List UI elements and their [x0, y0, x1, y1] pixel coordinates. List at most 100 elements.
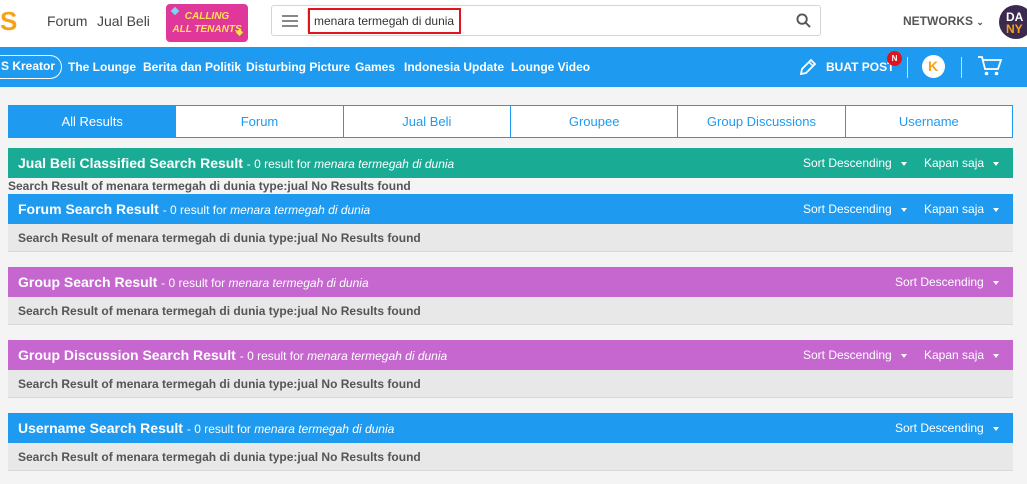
result-count: - 0 result for menara termegah di dunia — [187, 422, 394, 436]
nav-jualbeli-link[interactable]: Jual Beli — [97, 13, 150, 29]
jualbeli-result-header: Jual Beli Classified Search Result - 0 r… — [8, 148, 1013, 178]
time-filter-dropdown[interactable]: Kapan saja — [924, 156, 1000, 170]
result-count-text: - 0 result for — [162, 203, 227, 217]
forum-result-body: Search Result of menara termegah di duni… — [8, 224, 1013, 252]
caret-down-icon — [992, 280, 999, 285]
kreator-button[interactable]: S Kreator — [0, 55, 62, 79]
result-count-text: - 0 result for — [239, 349, 304, 363]
caret-down-icon — [993, 353, 1000, 358]
nav-link-disturbing-picture[interactable]: Disturbing Picture — [246, 60, 350, 74]
forum-result-header: Forum Search Result - 0 result for menar… — [8, 194, 1013, 224]
caret-down-icon — [900, 207, 907, 212]
networks-dropdown[interactable]: NETWORKS ⌄ — [903, 14, 984, 28]
time-filter-label: Kapan saja — [924, 202, 985, 216]
username-result-body: Search Result of menara termegah di duni… — [8, 443, 1013, 471]
nav-link-berita-dan-politik[interactable]: Berita dan Politik — [143, 60, 241, 74]
nav-divider — [907, 57, 908, 78]
result-count: - 0 result for menara termegah di dunia — [163, 203, 370, 217]
result-count: - 0 result for menara termegah di dunia — [161, 276, 368, 290]
time-filter-dropdown[interactable]: Kapan saja — [924, 348, 1000, 362]
search-bar — [271, 5, 821, 36]
nav-link-the-lounge[interactable]: The Lounge — [68, 60, 136, 74]
time-filter-label: Kapan saja — [924, 348, 985, 362]
caret-down-icon — [900, 353, 907, 358]
sort-label: Sort Descending — [803, 156, 892, 170]
k-letter: K — [928, 58, 939, 74]
pencil-icon — [799, 58, 817, 76]
caret-down-icon — [992, 426, 999, 431]
tab-groupee[interactable]: Groupee — [511, 106, 679, 137]
nav-divider — [961, 57, 962, 78]
no-results-message: Search Result of menara termegah di duni… — [18, 231, 421, 245]
section-title: Group Search Result - 0 result for menar… — [18, 274, 369, 290]
groupdiscussion-result-header: Group Discussion Search Result - 0 resul… — [8, 340, 1013, 370]
buat-post-label: BUAT POST — [826, 60, 895, 74]
section-title-text: Jual Beli Classified Search Result — [18, 155, 243, 171]
group-result-header: Group Search Result - 0 result for menar… — [8, 267, 1013, 297]
sort-dropdown[interactable]: Sort Descending — [803, 156, 907, 170]
cart-icon[interactable] — [977, 55, 1003, 77]
group-result-body: Search Result of menara termegah di duni… — [8, 297, 1013, 325]
top-header: S Forum Jual Beli CALLING ALL TENANTS NE… — [0, 0, 1027, 47]
section-title-text: Username Search Result — [18, 420, 183, 436]
nav-link-games[interactable]: Games — [355, 60, 395, 74]
search-query-text: menara termegah di dunia — [228, 276, 369, 290]
section-title-text: Forum Search Result — [18, 201, 159, 217]
promo-banner[interactable]: CALLING ALL TENANTS — [166, 4, 248, 42]
jualbeli-no-results-message: Search Result of menara termegah di duni… — [8, 179, 411, 193]
category-nav: S Kreator The Lounge Berita dan Politik … — [0, 47, 1027, 87]
search-query-text: menara termegah di dunia — [314, 157, 455, 171]
site-logo[interactable]: S — [0, 8, 17, 34]
chevron-down-icon: ⌄ — [976, 17, 984, 27]
search-input[interactable] — [308, 8, 461, 34]
result-tabs: All Results Forum Jual Beli Groupee Grou… — [8, 105, 1013, 138]
sort-dropdown[interactable]: Sort Descending — [803, 348, 907, 362]
networks-label: NETWORKS — [903, 14, 973, 28]
promo-line-2: ALL TENANTS — [172, 24, 242, 35]
search-icon[interactable] — [796, 13, 811, 28]
tab-jual-beli[interactable]: Jual Beli — [344, 106, 511, 137]
notification-badge[interactable]: N — [887, 51, 902, 66]
result-count-text: - 0 result for — [186, 422, 251, 436]
result-count: - 0 result for menara termegah di dunia — [247, 157, 454, 171]
sort-label: Sort Descending — [895, 421, 984, 435]
nav-link-lounge-video[interactable]: Lounge Video — [511, 60, 590, 74]
tab-username[interactable]: Username — [846, 106, 1012, 137]
no-results-message: Search Result of menara termegah di duni… — [18, 304, 421, 318]
caret-down-icon — [993, 161, 1000, 166]
caret-down-icon — [900, 161, 907, 166]
nav-link-indonesia-update[interactable]: Indonesia Update — [404, 60, 504, 74]
tab-group-discussions[interactable]: Group Discussions — [678, 106, 846, 137]
username-result-header: Username Search Result - 0 result for me… — [8, 413, 1013, 443]
tab-forum[interactable]: Forum — [176, 106, 344, 137]
promo-line-1: CALLING — [184, 11, 230, 22]
avatar[interactable]: DA NY — [999, 5, 1027, 39]
kaskus-k-icon[interactable]: K — [922, 55, 945, 78]
no-results-message: Search Result of menara termegah di duni… — [18, 450, 421, 464]
caret-down-icon — [993, 207, 1000, 212]
section-title-text: Group Search Result — [18, 274, 158, 290]
sort-label: Sort Descending — [803, 202, 892, 216]
search-query-text: menara termegah di dunia — [230, 203, 371, 217]
sort-dropdown[interactable]: Sort Descending — [895, 421, 999, 435]
section-title-text: Group Discussion Search Result — [18, 347, 236, 363]
result-count-text: - 0 result for — [161, 276, 226, 290]
nav-forum-link[interactable]: Forum — [47, 13, 87, 29]
no-results-message: Search Result of menara termegah di duni… — [18, 377, 421, 391]
sort-dropdown[interactable]: Sort Descending — [895, 275, 999, 289]
section-title: Username Search Result - 0 result for me… — [18, 420, 394, 436]
result-count: - 0 result for menara termegah di dunia — [240, 349, 447, 363]
time-filter-dropdown[interactable]: Kapan saja — [924, 202, 1000, 216]
section-title: Forum Search Result - 0 result for menar… — [18, 201, 370, 217]
sort-dropdown[interactable]: Sort Descending — [803, 202, 907, 216]
section-title: Jual Beli Classified Search Result - 0 r… — [18, 155, 454, 171]
tab-all-results[interactable]: All Results — [9, 106, 177, 137]
section-title: Group Discussion Search Result - 0 resul… — [18, 347, 447, 363]
sort-label: Sort Descending — [895, 275, 984, 289]
result-count-text: - 0 result for — [246, 157, 311, 171]
search-query-text: menara termegah di dunia — [254, 422, 395, 436]
sort-label: Sort Descending — [803, 348, 892, 362]
hamburger-menu-icon[interactable] — [282, 15, 298, 27]
time-filter-label: Kapan saja — [924, 156, 985, 170]
search-query-text: menara termegah di dunia — [307, 349, 448, 363]
